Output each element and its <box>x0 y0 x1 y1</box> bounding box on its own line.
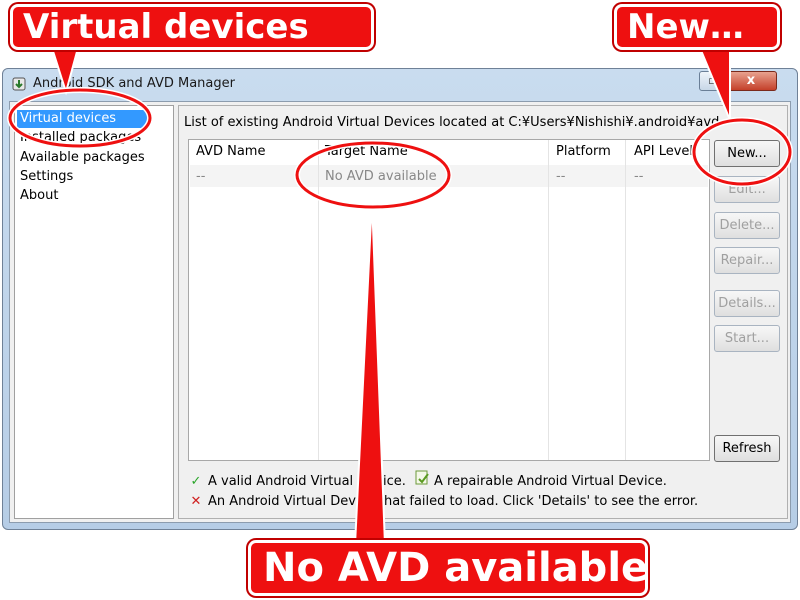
sidebar-item-virtual-devices[interactable]: Virtual devices <box>17 110 149 128</box>
title-bar[interactable]: Android SDK and AVD Manager ▫ x <box>3 69 797 99</box>
close-icon: x <box>746 73 756 88</box>
virtual-devices-panel: List of existing Android Virtual Devices… <box>178 105 788 519</box>
table-row[interactable] <box>190 165 708 187</box>
column-separator <box>625 140 626 460</box>
callout-no-avd-available: No AVD available <box>248 540 648 596</box>
column-header-avd-name[interactable]: AVD Name <box>196 144 265 159</box>
window-client-area: Virtual devices Installed packages Avail… <box>9 101 791 523</box>
sidebar: Virtual devices Installed packages Avail… <box>14 105 174 519</box>
close-button[interactable]: x <box>725 71 777 91</box>
repair-avd-button[interactable]: Repair... <box>714 247 780 274</box>
cell-avd-name: -- <box>196 169 206 184</box>
legend-valid-repairable: ✓ A valid Android Virtual Device. A repai… <box>188 470 667 489</box>
sidebar-item-installed-packages[interactable]: Installed packages <box>17 129 141 147</box>
callout-virtual-devices: Virtual devices <box>10 4 374 50</box>
legend-failed-text: An Android Virtual Device that failed to… <box>208 494 699 509</box>
delete-avd-button[interactable]: Delete... <box>714 212 780 239</box>
sidebar-item-available-packages[interactable]: Available packages <box>17 149 145 167</box>
sidebar-item-about[interactable]: About <box>17 187 58 205</box>
minimize-icon: ▫ <box>708 74 716 87</box>
sidebar-item-settings[interactable]: Settings <box>17 168 73 186</box>
legend-valid-text: A valid Android Virtual Device. <box>208 474 406 489</box>
avd-table[interactable]: AVD Name Target Name Platform API Level … <box>188 139 710 461</box>
refresh-button[interactable]: Refresh <box>714 435 780 462</box>
window-title: Android SDK and AVD Manager <box>33 76 235 91</box>
repair-icon <box>414 470 430 489</box>
android-sdk-icon <box>11 76 27 92</box>
cell-platform: -- <box>556 169 566 184</box>
cell-api-level: -- <box>634 169 644 184</box>
avd-location-caption: List of existing Android Virtual Devices… <box>184 115 720 130</box>
column-separator <box>548 140 549 460</box>
legend-repairable-text: A repairable Android Virtual Device. <box>434 474 667 489</box>
cell-target-name: No AVD available <box>325 169 437 184</box>
column-header-api-level[interactable]: API Level <box>634 144 693 159</box>
column-separator <box>318 140 319 460</box>
new-avd-button[interactable]: New... <box>714 140 780 167</box>
callout-new: New… <box>614 4 780 50</box>
minimize-button[interactable]: ▫ <box>699 71 725 91</box>
cross-icon: ✕ <box>190 494 202 509</box>
check-icon: ✓ <box>190 474 202 489</box>
start-avd-button[interactable]: Start... <box>714 325 780 352</box>
column-header-target-name[interactable]: Target Name <box>325 144 408 159</box>
avd-manager-window: Android SDK and AVD Manager ▫ x Virtual … <box>2 68 798 530</box>
legend-failed: ✕ An Android Virtual Device that failed t… <box>188 494 699 509</box>
edit-avd-button[interactable]: Edit... <box>714 176 780 203</box>
details-avd-button[interactable]: Details... <box>714 290 780 317</box>
column-header-platform[interactable]: Platform <box>556 144 611 159</box>
screenshot-stage: Android SDK and AVD Manager ▫ x Virtual … <box>0 0 800 600</box>
